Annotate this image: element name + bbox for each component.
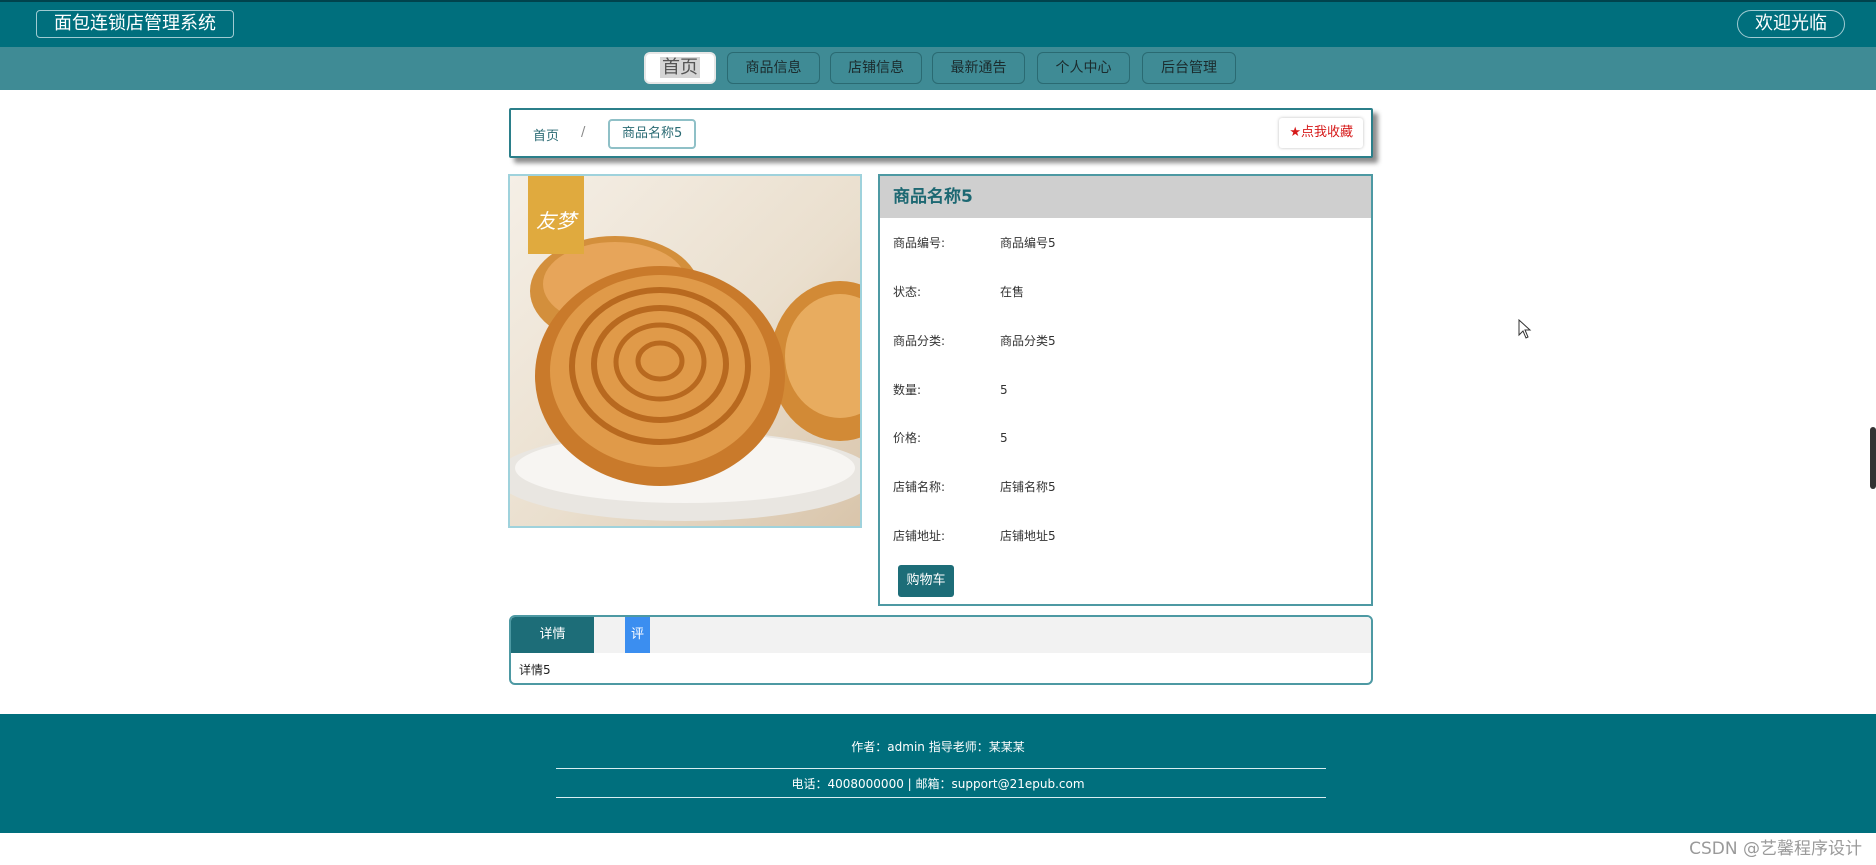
footer-contact: 电话：4008000000 | 邮箱：support@21epub.com <box>791 777 1085 791</box>
site-title[interactable]: 面包连锁店管理系统 <box>36 10 234 38</box>
field-value: 商品分类5 <box>1000 334 1056 348</box>
field-row: 数量: 5 <box>893 381 1008 398</box>
product-info-panel: 商品名称5 商品编号: 商品编号5 状态: 在售 商品分类: 商品分类5 数量: 5 价… <box>878 174 1373 606</box>
field-label: 店铺地址: <box>893 529 946 543</box>
brand-logo-text: 友梦 <box>536 209 579 233</box>
nav-item-admin[interactable]: 后台管理 <box>1142 52 1236 84</box>
nav-item-notices[interactable]: 最新通告 <box>932 52 1025 84</box>
field-label: 商品编号: <box>893 236 946 250</box>
breadcrumb: 首页 / 商品名称5 ★点我收藏 <box>509 108 1373 158</box>
footer-divider <box>556 797 1326 798</box>
breadcrumb-separator: / <box>581 125 586 140</box>
top-header: 面包连锁店管理系统 欢迎光临 <box>0 0 1876 47</box>
welcome-button[interactable]: 欢迎光临 <box>1737 10 1845 38</box>
scrollbar-thumb[interactable] <box>1870 427 1876 489</box>
footer-divider <box>556 768 1326 769</box>
field-row: 状态: 在售 <box>893 283 1024 300</box>
watermark: CSDN @艺馨程序设计 <box>1689 839 1862 859</box>
mouse-cursor-icon <box>1518 318 1532 343</box>
add-to-cart-button[interactable]: 购物车 <box>898 565 954 597</box>
field-value: 商品编号5 <box>1000 236 1056 250</box>
tab-detail[interactable]: 详情 <box>511 617 594 653</box>
field-label: 数量: <box>893 383 922 397</box>
breadcrumb-current: 商品名称5 <box>608 119 697 149</box>
field-label: 价格: <box>893 431 922 445</box>
field-label: 状态: <box>893 285 922 299</box>
star-icon: ★ <box>1289 125 1301 140</box>
field-row: 商品分类: 商品分类5 <box>893 332 1056 349</box>
field-value: 5 <box>1000 431 1008 445</box>
field-row: 店铺地址: 店铺地址5 <box>893 527 1056 544</box>
field-label: 店铺名称: <box>893 480 946 494</box>
tabs-header: 详情 评论 <box>511 617 1371 678</box>
field-value: 店铺地址5 <box>1000 529 1056 543</box>
product-name: 商品名称5 <box>880 176 1371 218</box>
favorite-label: 点我收藏 <box>1300 125 1353 140</box>
nav-item-home[interactable]: 首页 <box>644 52 716 84</box>
footer: 作者：admin 指导老师：某某某 电话：4008000000 | 邮箱：sup… <box>0 714 1876 833</box>
nav-item-stores[interactable]: 店铺信息 <box>830 52 922 84</box>
detail-tabs: 详情 评论 详情5 <box>509 615 1373 685</box>
breadcrumb-home-link[interactable]: 首页 <box>533 125 559 144</box>
footer-author: 作者：admin 指导老师：某某某 <box>851 740 1025 754</box>
field-row: 商品编号: 商品编号5 <box>893 234 1056 251</box>
favorite-button[interactable]: ★点我收藏 <box>1279 118 1363 148</box>
main-nav: 首页 商品信息 店铺信息 最新通告 个人中心 后台管理 <box>0 47 1876 90</box>
tab-comment[interactable]: 评论 <box>625 617 650 678</box>
field-label: 商品分类: <box>893 334 946 348</box>
field-row: 价格: 5 <box>893 429 1008 446</box>
field-value: 5 <box>1000 383 1008 397</box>
field-row: 店铺名称: 店铺名称5 <box>893 478 1056 495</box>
nav-item-products[interactable]: 商品信息 <box>727 52 820 84</box>
field-value: 在售 <box>1000 285 1025 299</box>
nav-item-profile[interactable]: 个人中心 <box>1037 52 1130 84</box>
product-image: 友梦 <box>508 174 862 528</box>
field-value: 店铺名称5 <box>1000 480 1056 494</box>
nav-item-label: 首页 <box>660 57 700 78</box>
